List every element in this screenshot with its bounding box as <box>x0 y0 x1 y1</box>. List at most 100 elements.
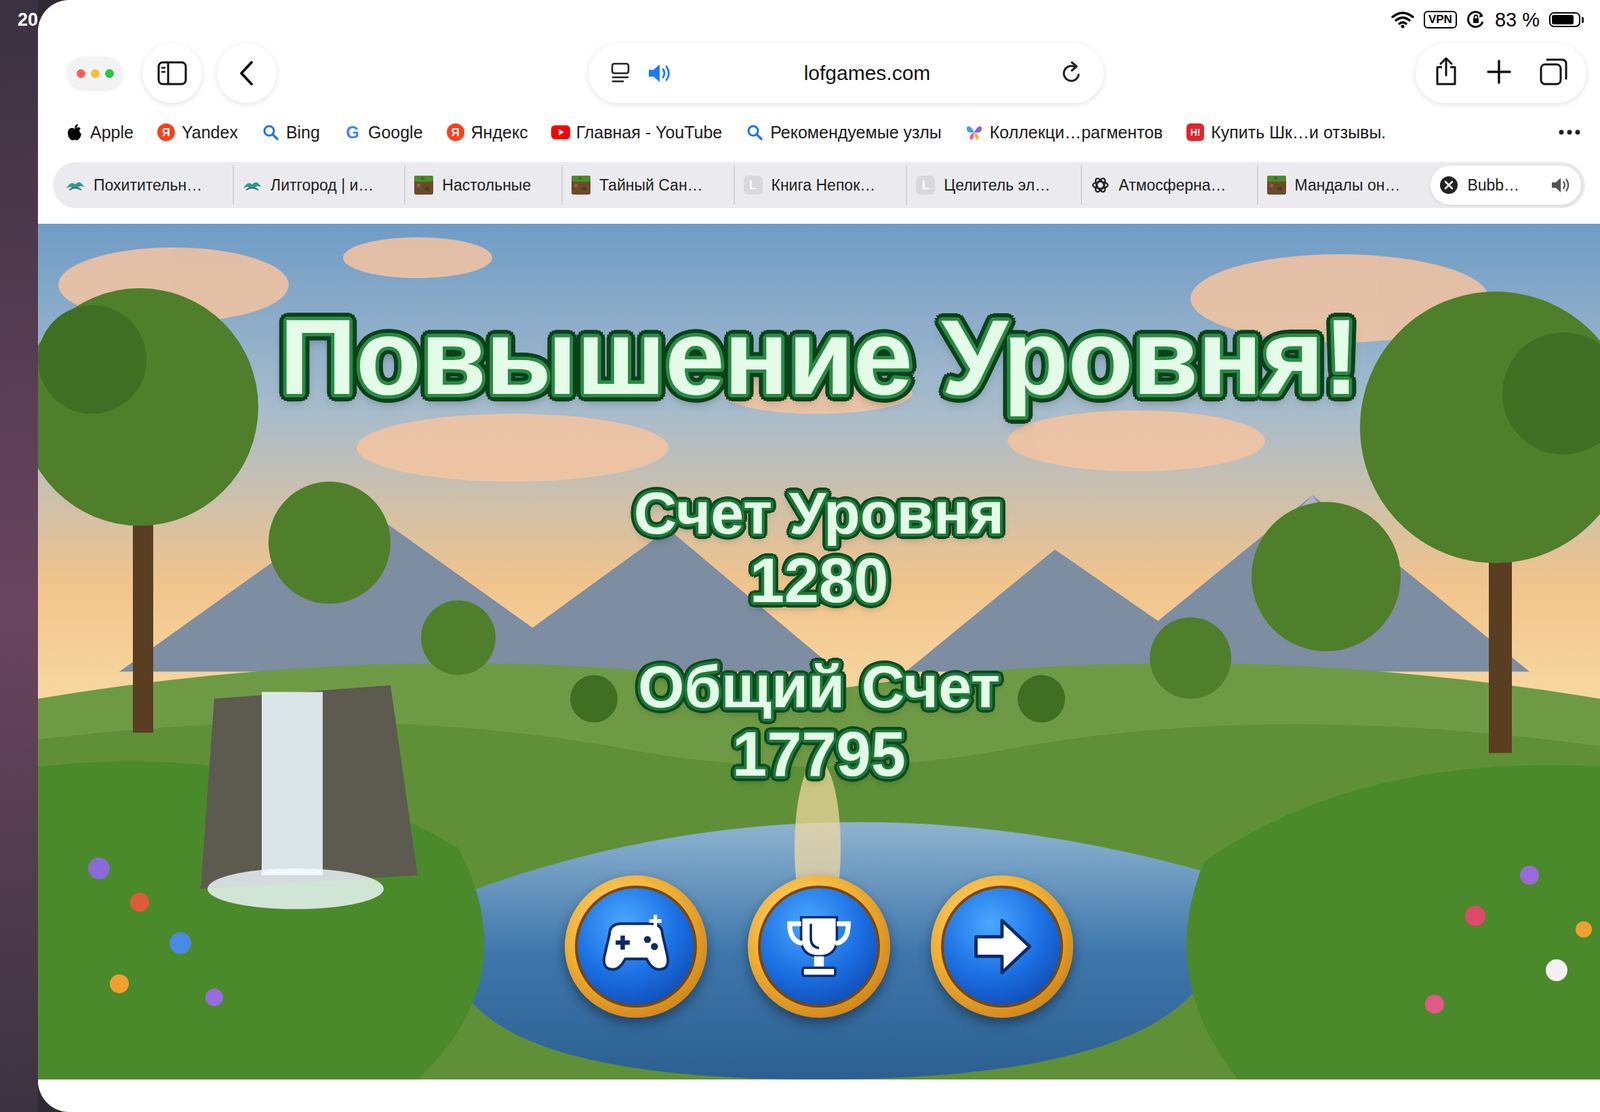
tab-title[interactable]: Книга Непок… <box>771 176 899 195</box>
tab-title[interactable]: Мандалы он… <box>1294 176 1424 195</box>
tab-title[interactable]: Целитель эл… <box>943 176 1073 195</box>
block-favicon-icon <box>1267 175 1287 195</box>
tab[interactable]: Мандалы он… <box>1256 165 1432 205</box>
window-controls[interactable] <box>67 57 123 89</box>
reader-icon[interactable] <box>608 61 632 85</box>
window-control-dot[interactable] <box>90 69 100 78</box>
tab[interactable]: Литгород | и… <box>232 165 405 205</box>
bookmark-label[interactable]: Коллекци…рагментов <box>989 122 1163 143</box>
sidebar-icon[interactable] <box>157 61 188 86</box>
bookmark-label[interactable]: Apple <box>90 122 134 143</box>
bookmark[interactable]: Коллекци…рагментов <box>964 122 1163 143</box>
status-bar: 20 VPN 83 % <box>0 0 1600 40</box>
plus-icon[interactable] <box>1486 58 1512 85</box>
battery-fill <box>1551 14 1574 25</box>
total-score-label: Общий Счет <box>637 654 1000 720</box>
browser-window: lofgames.com Apple ЯYandex Bing G Google Я Янде… <box>37 0 1600 1112</box>
tab[interactable]: LЦелитель эл… <box>905 165 1081 205</box>
window-control-dot[interactable] <box>105 69 114 78</box>
bookmark-label[interactable]: Рекомендуемые узлы <box>770 122 942 143</box>
favicon: Я <box>446 123 465 142</box>
search-icon <box>262 124 279 141</box>
reload-icon[interactable] <box>1060 61 1084 86</box>
wifi-icon <box>1391 10 1415 29</box>
bookmark-icon-box: Я <box>446 122 466 142</box>
bookmark[interactable]: Я Яндекс <box>446 122 529 143</box>
bookmark[interactable]: Главная - YouTube <box>551 122 723 143</box>
bookmark-label[interactable]: Google <box>368 122 424 143</box>
favorites-bar: Apple ЯYandex Bing G Google Я Яндекс Главная - … <box>37 110 1600 154</box>
tab-audio-icon[interactable] <box>1549 175 1573 195</box>
new-tab-button[interactable] <box>1486 58 1512 88</box>
tab[interactable]: Похитительн… <box>56 165 233 205</box>
trophy-icon[interactable] <box>778 905 860 988</box>
bookmark[interactable]: Рекомендуемые узлы <box>745 122 942 143</box>
speaker-icon[interactable] <box>646 61 674 85</box>
battery-nub <box>1581 16 1584 24</box>
next-button[interactable] <box>930 875 1074 1018</box>
tab-title[interactable]: Настольные <box>442 176 554 195</box>
back-button[interactable] <box>216 43 277 104</box>
tab[interactable]: Тайный Сан… <box>561 165 733 205</box>
favicon-letter: L <box>749 178 757 192</box>
tab[interactable]: Настольные <box>404 165 562 205</box>
close-tab-icon[interactable] <box>1439 175 1459 195</box>
tab-overview-button[interactable] <box>1538 56 1569 90</box>
tab-title[interactable]: Похитительн… <box>93 176 225 195</box>
battery-shell <box>1549 12 1581 28</box>
gamepad-icon[interactable] <box>591 902 680 991</box>
play-button-face[interactable] <box>574 885 697 1008</box>
tab-icon-box <box>1090 174 1111 196</box>
bookmark-label[interactable]: Главная - YouTube <box>576 122 723 143</box>
tab-icon-box[interactable] <box>1438 174 1459 196</box>
bird-favicon-icon <box>65 177 86 193</box>
openai-favicon-icon <box>1090 175 1110 195</box>
tab-title[interactable]: Литгород | и… <box>270 176 396 195</box>
ellipsis-icon[interactable] <box>1557 128 1582 136</box>
address-bar[interactable]: lofgames.com <box>588 43 1104 104</box>
level-score-label: Счет Уровня <box>633 480 1005 547</box>
next-button-face[interactable] <box>941 885 1064 1008</box>
bookmark[interactable]: Н!Купить Шк…и отзывы. <box>1185 122 1386 143</box>
battery-percent: 83 % <box>1494 8 1540 32</box>
game-overlay: Повышение Уровня! Счет Уровня1280 Общий Сч… <box>37 223 1600 1018</box>
bird-favicon-icon <box>242 177 263 193</box>
favicon-letter: G <box>345 124 359 142</box>
tab-title[interactable]: Тайный Сан… <box>599 176 725 195</box>
leaderboard-button[interactable] <box>747 875 891 1018</box>
bookmark-label[interactable]: Bing <box>286 122 320 143</box>
more-bookmarks-button[interactable] <box>1557 126 1582 139</box>
butterfly-icon <box>964 122 984 142</box>
tabs-icon[interactable] <box>1538 56 1569 87</box>
status-icons: VPN 83 % <box>1391 8 1584 32</box>
share-icon[interactable] <box>1433 56 1459 87</box>
bookmark[interactable]: G Google <box>343 122 424 143</box>
tab-title[interactable]: Атмосферна… <box>1118 176 1249 195</box>
bookmark-label[interactable]: Yandex <box>181 122 238 143</box>
window-control-dot[interactable] <box>76 69 86 78</box>
level-up-title: Повышение Уровня! <box>279 298 1359 417</box>
tab[interactable]: Bubb… <box>1430 165 1582 205</box>
leaderboard-button-face[interactable] <box>757 885 880 1008</box>
share-button[interactable] <box>1433 56 1459 90</box>
toolbar-actions <box>1415 43 1587 104</box>
vpn-badge: VPN <box>1423 10 1457 29</box>
sidebar-button[interactable] <box>142 43 203 104</box>
level-score-value: 1280 <box>749 546 889 615</box>
bookmark[interactable]: Bing <box>261 122 320 143</box>
tab-bar: Похитительн… Литгород | и… Настольные Тайны… <box>52 162 1586 209</box>
tab-title[interactable]: Bubb… <box>1467 176 1542 195</box>
back-arrow-icon[interactable] <box>236 59 257 87</box>
clock: 20 <box>17 9 38 31</box>
game-canvas[interactable]: Повышение Уровня! Счет Уровня1280 Общий Сч… <box>37 223 1600 1080</box>
battery-icon <box>1549 12 1584 28</box>
tab[interactable]: Атмосферна… <box>1080 165 1257 205</box>
bookmark-label[interactable]: Яндекс <box>471 122 529 143</box>
tab[interactable]: L Книга Непок… <box>733 165 907 205</box>
bookmark-label[interactable]: Купить Шк…и отзывы. <box>1210 122 1386 143</box>
bookmark[interactable]: Apple <box>65 122 134 143</box>
bookmark[interactable]: ЯYandex <box>156 122 238 143</box>
arrow-right-icon[interactable] <box>961 905 1043 988</box>
play-button[interactable] <box>564 875 708 1018</box>
url-text[interactable]: lofgames.com <box>688 61 1046 85</box>
